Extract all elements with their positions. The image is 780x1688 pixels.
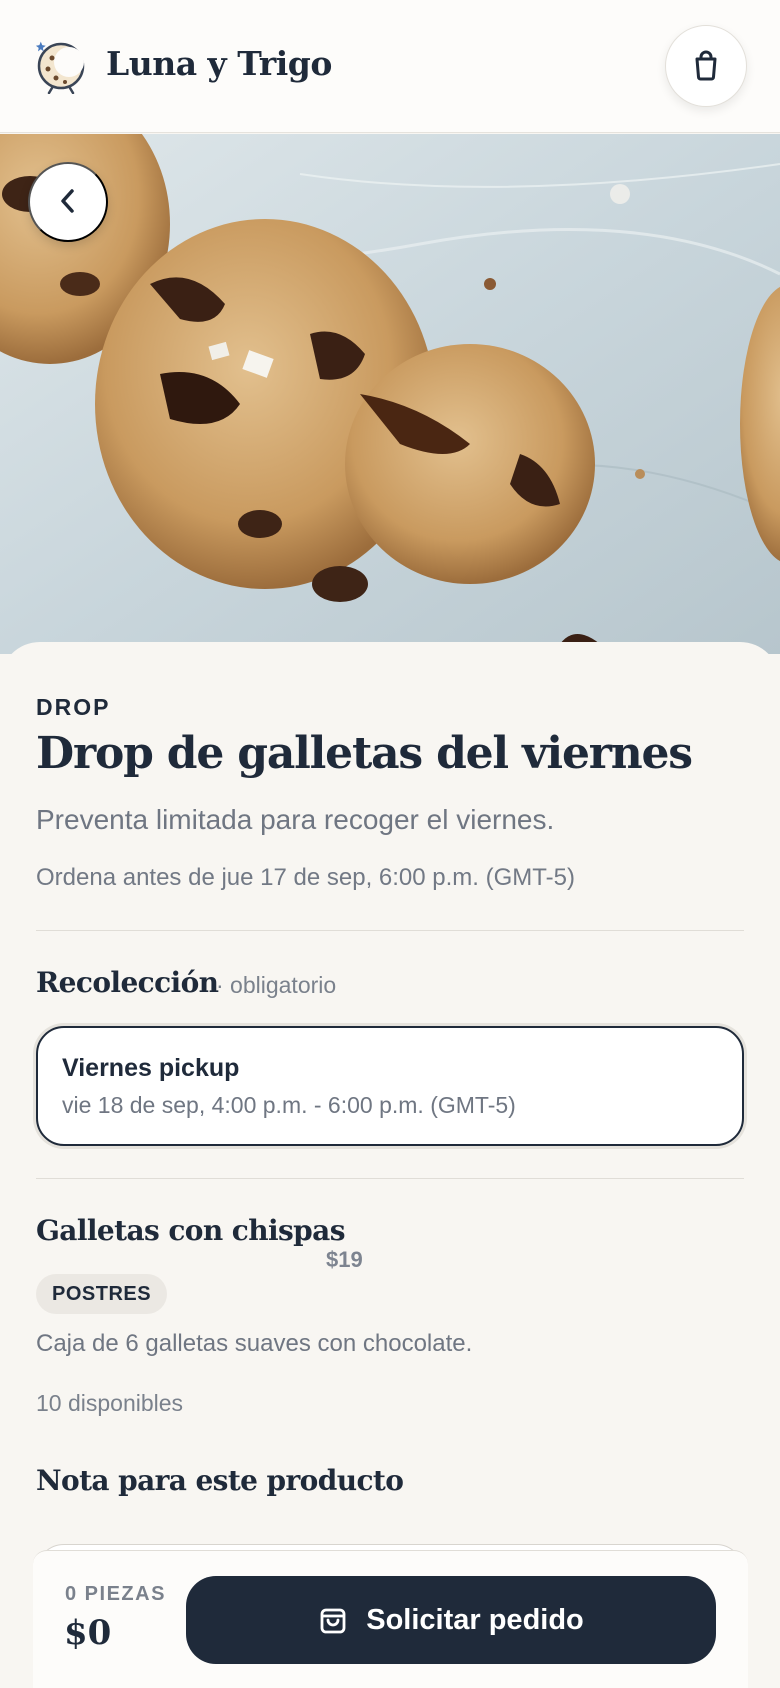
pieces-count: 0 PIEZAS [65,1583,166,1605]
shopping-bag-icon [691,49,721,84]
drop-eyebrow: DROP [36,694,111,720]
product-hero-image [0,134,780,654]
shopping-bag-icon [318,1603,348,1638]
order-bottom-bar: 0 PIEZAS $0 Solicitar pedido [33,1550,748,1688]
divider [36,1178,744,1179]
chevron-left-icon [58,187,78,218]
required-label: · obligatorio [216,972,337,998]
product-detail-sheet: DROP Drop de galletas del viernes Preven… [0,642,780,1688]
order-total: $0 [64,1613,112,1653]
divider [36,930,744,931]
back-button[interactable] [28,162,108,242]
submit-order-label: Solicitar pedido [366,1603,584,1636]
stock-count: 10 disponibles [36,1390,184,1416]
pickup-option-name: Viernes pickup [62,1054,240,1082]
cookie-moon-icon[interactable] [34,38,88,95]
pickup-section-title: Recolección [36,966,219,999]
brand-name[interactable]: Luna y Trigo [106,44,332,83]
product-name: Galletas con chispas [36,1214,345,1247]
pickup-option-time: vie 18 de sep, 4:00 p.m. - 6:00 p.m. (GM… [62,1092,516,1118]
note-section-title: Nota para este producto [36,1464,404,1497]
page-title: Drop de galletas del viernes [36,728,693,779]
product-description: Caja de 6 galletas suaves con chocolate. [36,1330,473,1357]
app-header: Luna y Trigo [0,0,780,133]
submit-order-button[interactable]: Solicitar pedido [186,1576,716,1664]
category-tag: POSTRES [36,1274,168,1314]
pickup-option-card[interactable]: Viernes pickup vie 18 de sep, 4:00 p.m. … [36,1026,744,1146]
order-deadline: Ordena antes de jue 17 de sep, 6:00 p.m.… [36,864,575,891]
drop-subtitle: Preventa limitada para recoger el vierne… [36,804,555,835]
product-price: $19 [326,1247,363,1272]
cart-button[interactable] [665,25,747,107]
